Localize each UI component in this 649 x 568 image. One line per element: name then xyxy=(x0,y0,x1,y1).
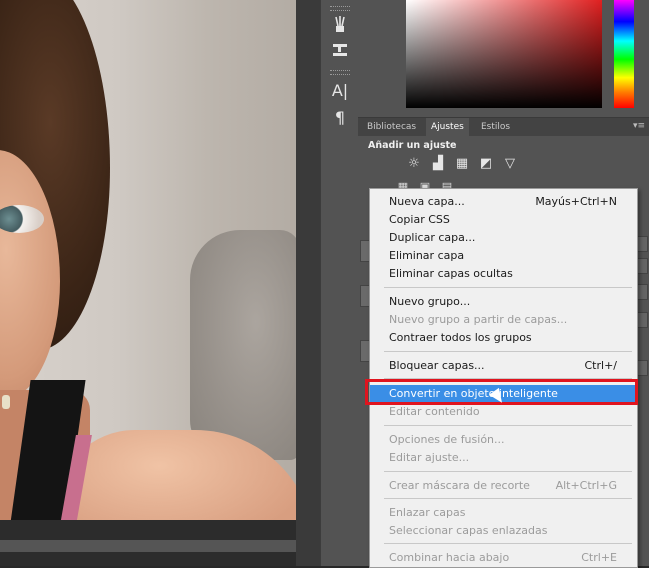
layer-context-menu: Nueva capa... Mayús+Ctrl+N Copiar CSS Dup… xyxy=(369,188,638,568)
menu-item-duplicate-layer[interactable]: Duplicar capa... xyxy=(370,229,637,247)
menu-separator xyxy=(384,471,632,472)
menu-item-merge-down: Combinar hacia abajo Ctrl+E xyxy=(389,551,617,564)
menu-item-edit-adjustment: Editar ajuste... xyxy=(389,451,470,464)
background-figure xyxy=(190,230,296,460)
tab-bibliotecas[interactable]: Bibliotecas xyxy=(362,118,421,136)
photo-earring xyxy=(2,395,10,409)
menu-item-copy-css[interactable]: Copiar CSS xyxy=(370,211,637,229)
menu-item-delete-layer[interactable]: Eliminar capa xyxy=(370,247,637,265)
adjustments-title: Añadir un ajuste xyxy=(368,140,457,151)
menu-separator xyxy=(384,351,632,352)
panel-tabs: Bibliotecas Ajustes Estilos ▾≡ xyxy=(358,117,649,136)
brush-preset-icon[interactable] xyxy=(328,14,352,36)
horizontal-scrollbar[interactable] xyxy=(0,540,296,552)
color-picker-field[interactable] xyxy=(406,0,602,108)
tab-estilos[interactable]: Estilos xyxy=(476,118,515,136)
curves-icon[interactable]: ▦ xyxy=(452,156,472,172)
menu-separator xyxy=(384,498,632,499)
menu-item-collapse-groups[interactable]: Contraer todos los grupos xyxy=(370,329,637,347)
canvas-bottom-pasteboard xyxy=(0,520,296,566)
brush-settings-icon[interactable] xyxy=(328,40,352,62)
tab-ajustes[interactable]: Ajustes xyxy=(426,118,469,136)
menu-item-new-group[interactable]: Nuevo grupo... xyxy=(370,293,637,311)
exposure-icon[interactable]: ◩ xyxy=(476,156,496,172)
menu-item-new-layer[interactable]: Nueva capa... Mayús+Ctrl+N xyxy=(370,193,637,211)
image-canvas[interactable] xyxy=(0,0,296,520)
menu-item-lock-layers[interactable]: Bloquear capas... Ctrl+/ xyxy=(370,357,637,375)
menu-item-edit-contents: Editar contenido xyxy=(389,405,480,418)
brightness-contrast-icon[interactable]: ☼ xyxy=(404,156,424,172)
menu-separator xyxy=(384,287,632,288)
panel-grip[interactable] xyxy=(330,6,350,11)
menu-separator xyxy=(384,543,632,544)
menu-separator xyxy=(384,425,632,426)
gradient-map-icon[interactable]: ▽ xyxy=(500,156,520,172)
paragraph-icon[interactable]: ¶ xyxy=(328,107,352,129)
character-icon[interactable]: A| xyxy=(328,80,352,102)
panel-menu-icon[interactable]: ▾≡ xyxy=(633,121,645,131)
menu-item-link-layers: Enlazar capas xyxy=(389,506,466,519)
menu-item-select-linked-layers: Seleccionar capas enlazadas xyxy=(389,524,548,537)
panel-grip[interactable] xyxy=(330,70,350,75)
canvas-pasteboard xyxy=(296,0,320,566)
hue-slider[interactable] xyxy=(614,0,634,108)
panel-icon-strip: A| ¶ xyxy=(320,0,358,566)
menu-item-create-clipping-mask: Crear máscara de recorte Alt+Ctrl+G xyxy=(389,479,617,492)
menu-item-blending-options: Opciones de fusión... xyxy=(389,433,505,446)
menu-item-new-group-from-layers: Nuevo grupo a partir de capas... xyxy=(389,313,568,326)
levels-icon[interactable]: ▟ xyxy=(428,156,448,172)
menu-item-delete-hidden-layers[interactable]: Eliminar capas ocultas xyxy=(370,265,637,283)
